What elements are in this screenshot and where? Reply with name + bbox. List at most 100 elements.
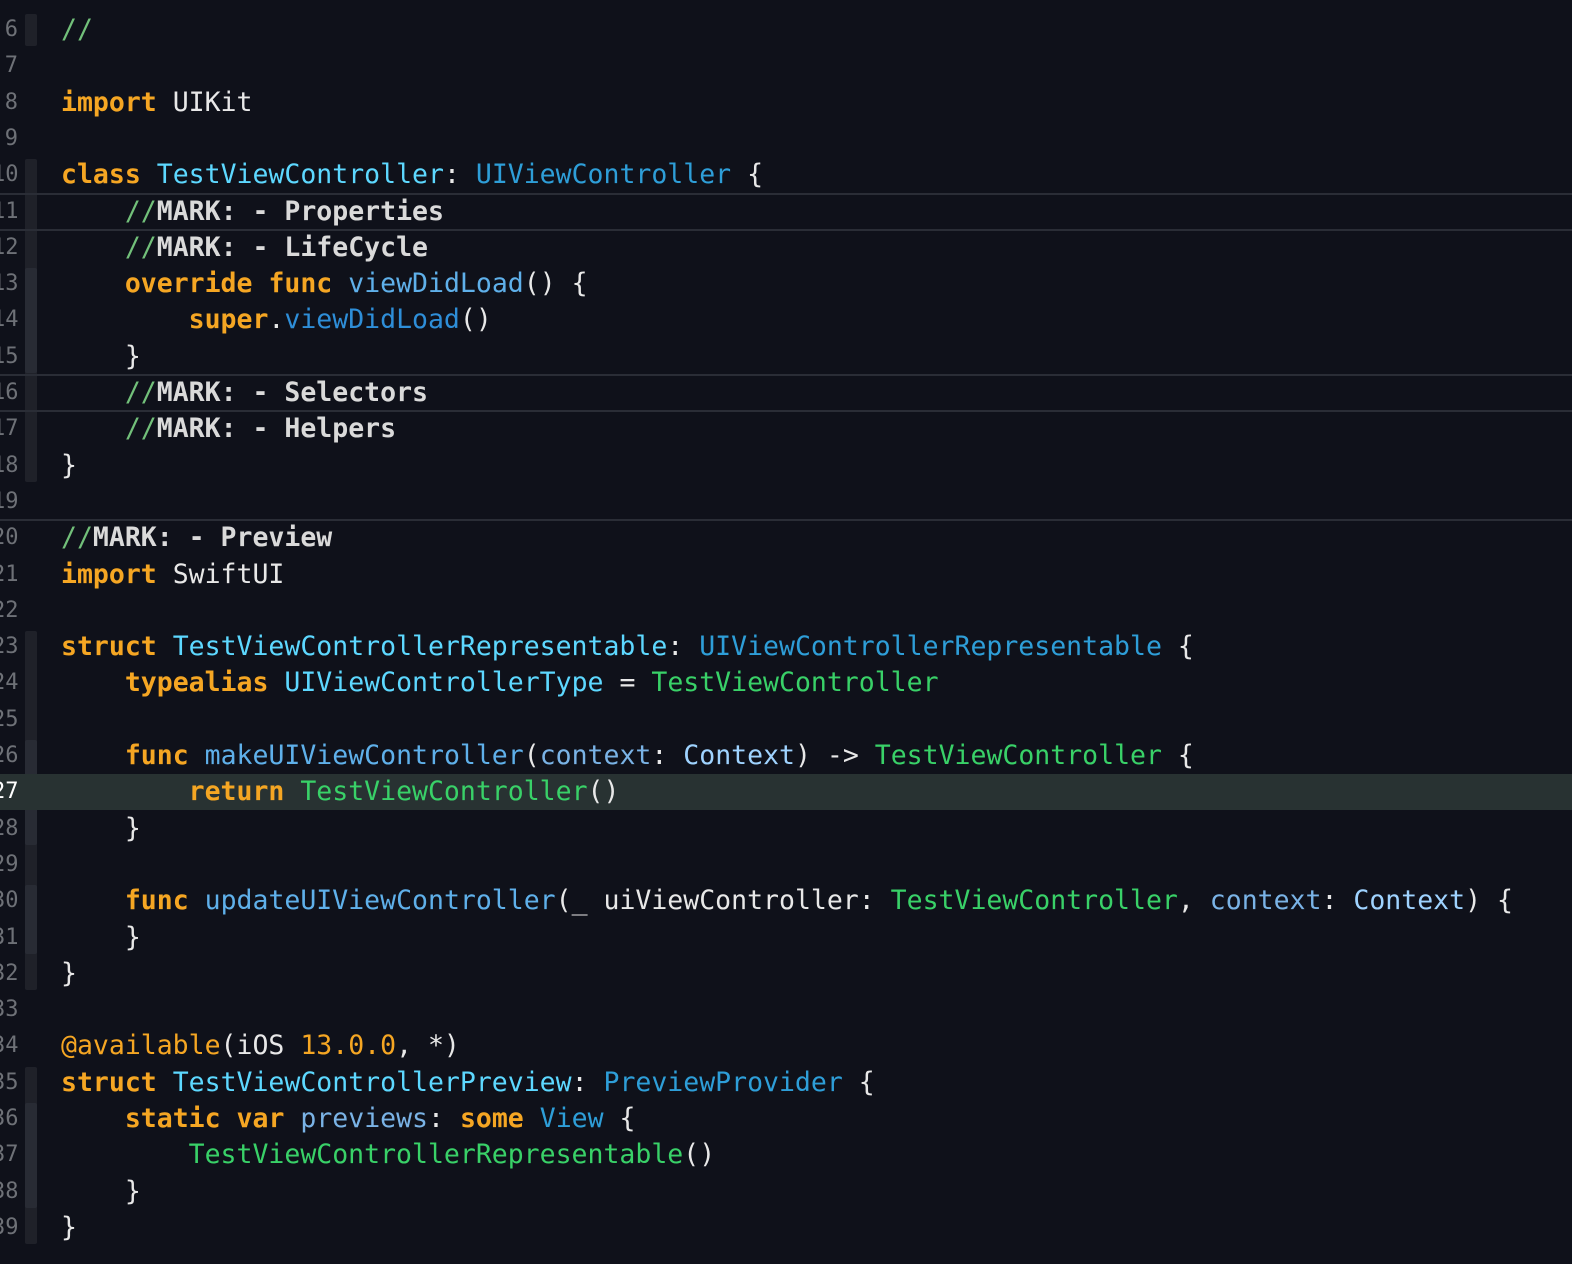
code-token: context [539,740,652,771]
line-code[interactable]: func updateUIViewController(_ uiViewCont… [61,883,1513,919]
line-code[interactable]: import UIKit [61,85,252,121]
code-line[interactable]: 38 } [0,1174,1572,1210]
code-line[interactable]: 14 super.viewDidLoad() [0,302,1572,338]
code-line[interactable]: 6 // [0,12,1572,48]
line-code[interactable]: func makeUIViewController(context: Conte… [61,738,1194,774]
code-line[interactable]: 18} [0,448,1572,484]
line-number: 10 [0,162,19,188]
code-line[interactable]: 8 import UIKit [0,85,1572,121]
code-token: TestViewController [156,159,444,191]
code-token: func [124,885,189,917]
line-code[interactable]: struct TestViewControllerRepresentable: … [61,629,1194,665]
code-token: () [587,776,620,808]
code-token: () [683,1139,716,1171]
code-token: { [1161,631,1194,663]
code-line[interactable]: 32} [0,956,1572,992]
line-code[interactable]: //MARK: - Helpers [61,411,396,447]
code-line[interactable]: 7 [0,48,1572,84]
code-line[interactable]: 37 TestViewControllerRepresentable() [0,1137,1572,1173]
code-line[interactable]: 30 func updateUIViewController(_ uiViewC… [0,883,1572,919]
line-code[interactable]: //MARK: - Properties [61,194,444,230]
code-token: { [603,1103,636,1134]
line-number: 8 [4,89,18,115]
code-token: 13.0.0 [300,1030,397,1062]
line-code[interactable]: struct TestViewControllerPreview: Previe… [61,1065,875,1101]
line-number: 14 [0,307,19,333]
code-token: context [1209,885,1322,917]
code-token: MARK: - Properties [156,195,444,227]
line-code[interactable]: static var previews: some View { [61,1101,636,1137]
line-code[interactable]: override func viewDidLoad() { [61,266,588,302]
code-line[interactable]: 31 } [0,920,1572,956]
code-token: previews [300,1103,429,1134]
code-editor[interactable]: 6 // 7 8 import UIKit 9 10 class TestViewContro… [0,0,1572,1264]
code-line[interactable]: 10 class TestViewController: UIViewContro… [0,157,1572,193]
code-token: SwiftUI [156,558,285,590]
line-number: 38 [0,1178,19,1204]
line-code[interactable]: //MARK: - Preview [61,520,332,556]
code-token: struct [61,631,157,663]
code-line[interactable]: 39} [0,1210,1572,1246]
code-line[interactable]: 22 [0,593,1572,629]
code-token: class [61,159,141,191]
line-code[interactable]: @available(iOS 13.0.0, *) [61,1028,460,1064]
code-line[interactable]: 20 //MARK: - Preview [0,520,1572,556]
code-token: } [61,957,77,989]
line-code[interactable]: TestViewControllerRepresentable() [61,1137,716,1173]
line-number: 28 [0,815,19,841]
line-code[interactable]: } [61,339,141,375]
line-code[interactable]: } [61,920,141,956]
code-token: func [124,740,189,771]
code-line[interactable]: 34 @available(iOS 13.0.0, *) [0,1028,1572,1064]
code-line[interactable]: 27 return TestViewController() [0,774,1572,811]
code-line[interactable]: 17 //MARK: - Helpers [0,411,1572,447]
code-token: return [188,776,285,808]
code-line[interactable]: 24 typealias UIViewControllerType = Test… [0,665,1572,701]
code-token: TestViewControllerPreview [172,1066,572,1098]
code-line[interactable]: 29 [0,847,1572,883]
line-code[interactable]: } [61,448,77,484]
code-line[interactable]: 13 override func viewDidLoad() { [0,266,1572,302]
code-line[interactable]: 21 import SwiftUI [0,557,1572,593]
code-line[interactable]: 23 struct TestViewControllerRepresentable… [0,629,1572,665]
code-line[interactable]: 16 //MARK: - Selectors [0,375,1572,411]
code-line[interactable]: 11 //MARK: - Properties [0,194,1572,230]
line-code[interactable]: super.viewDidLoad() [61,302,492,338]
line-code[interactable]: //MARK: - LifeCycle [61,230,428,266]
line-code[interactable]: return TestViewController() [61,774,620,810]
code-token: Context [683,740,795,771]
code-line[interactable]: 35 struct TestViewControllerPreview: Prev… [0,1065,1572,1101]
line-code[interactable]: } [61,1174,141,1210]
code-token: MARK: - Preview [92,522,333,554]
code-line[interactable]: 28 } [0,811,1572,847]
line-code[interactable]: import SwiftUI [61,557,284,593]
code-line[interactable]: 25 [0,702,1572,738]
line-code[interactable]: //MARK: - Selectors [61,375,428,411]
code-line[interactable]: 19 [0,484,1572,520]
code-token: viewDidLoad [284,304,460,336]
line-code[interactable]: typealias UIViewControllerType = TestVie… [61,665,939,701]
code-token: = [603,667,652,699]
code-line[interactable]: 36 static var previews: some View { [0,1101,1572,1137]
line-code[interactable]: class TestViewController: UIViewControll… [61,157,763,193]
line-number: 25 [0,706,19,732]
line-code[interactable]: } [61,1210,77,1246]
line-number: 17 [0,416,19,442]
line-number: 36 [0,1106,19,1131]
line-number: 9 [4,125,18,151]
line-code[interactable]: } [61,956,77,992]
code-line[interactable]: 12 //MARK: - LifeCycle [0,230,1572,266]
code-line[interactable]: 26 func makeUIViewController(context: Co… [0,738,1572,774]
code-line[interactable]: 15 } [0,339,1572,375]
code-line[interactable]: 33 [0,992,1572,1028]
code-token: Context [1353,885,1466,917]
code-line[interactable]: 9 [0,121,1572,157]
line-code[interactable]: } [61,811,141,847]
line-code[interactable]: // [61,12,93,48]
